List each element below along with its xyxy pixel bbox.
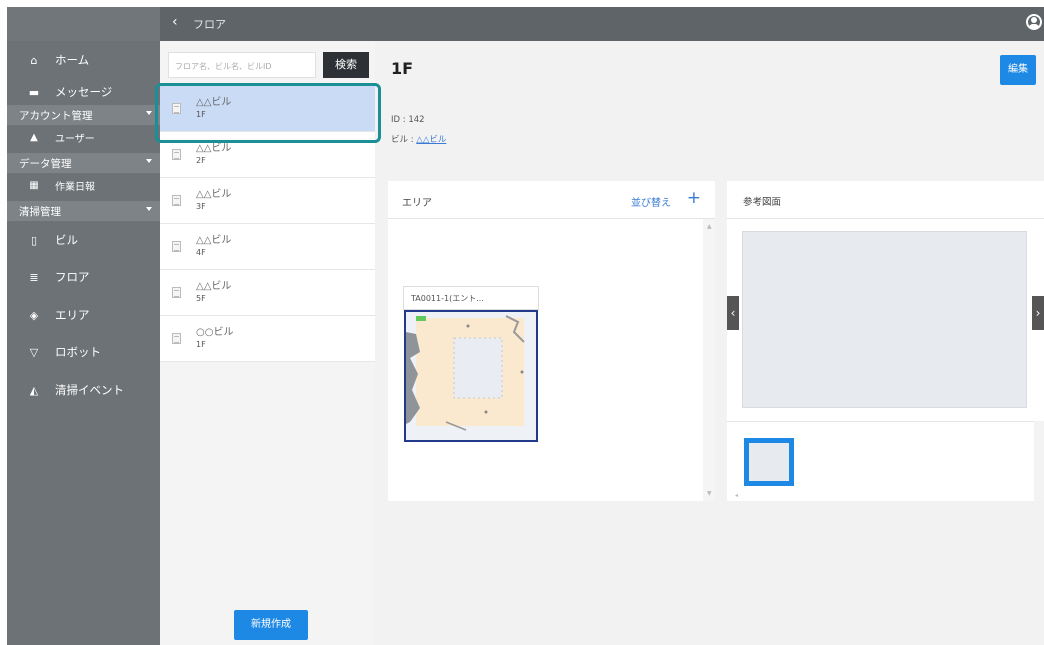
area-panel-title: エリア [402,198,432,209]
edit-button[interactable]: 編集 [1000,55,1036,85]
chevron-left-icon[interactable]: ‹ [727,296,739,330]
sidebar-item-label: 清掃イベント [55,383,124,397]
sidebar-item-messages[interactable]: ▬ メッセージ [7,77,160,107]
page-title: 1F [391,59,414,78]
floor-name: 2F [196,156,206,165]
app-window: ‹ フロア ⌂ ホーム ▬ メッセージ アカウント管理 ▲ ユーザー データ管理… [7,7,1044,645]
sidebar-item-label: 作業日報 [55,181,95,193]
sidebar-item-building[interactable]: ▯ ビル [7,225,160,255]
robot-icon: ▽ [29,345,39,359]
sidebar-group-label: 清掃管理 [19,205,61,218]
user-circle-icon[interactable] [1026,14,1042,30]
building-icon [172,333,181,344]
building-icon [172,149,181,160]
floor-list-item[interactable]: △△ビル 3F [160,178,375,224]
sidebar-item-label: ビル [55,233,78,247]
sort-button[interactable]: 並び替え [631,194,671,209]
caret-down-icon [146,111,152,115]
sidebar-group-label: データ管理 [19,157,72,170]
building-icon: ▯ [30,233,38,247]
floor-map-image [406,312,536,440]
sidebar-group-cleaning[interactable]: 清掃管理 [7,201,160,221]
caret-down-icon [146,207,152,211]
sidebar-item-users[interactable]: ▲ ユーザー [7,125,160,149]
building-icon [172,195,181,206]
sidebar-item-label: ユーザー [55,133,95,145]
building-icon [172,241,181,252]
top-bar: ‹ フロア [7,7,1044,41]
page-header-title: フロア [193,18,226,31]
sidebar-item-label: フロア [55,270,90,284]
sidebar-item-label: ホーム [55,53,90,67]
sidebar-group-account[interactable]: アカウント管理 [7,105,160,125]
chevron-right-icon[interactable]: › [1032,296,1044,330]
floor-building-name: △△ビル [196,235,232,246]
sidebar: ⌂ ホーム ▬ メッセージ アカウント管理 ▲ ユーザー データ管理 ▦ 作業日… [7,41,160,645]
area-card-title[interactable]: TA0011-1(エント... [403,286,539,310]
scroll-down-icon: ▼ [707,490,712,497]
sidebar-group-label: アカウント管理 [19,109,93,122]
reference-drawing-panel: 参考図面 ‹ › ◂ [727,181,1044,501]
sidebar-item-label: ロボット [55,345,101,359]
sidebar-item-robot[interactable]: ▽ ロボット [7,337,160,367]
reference-drawing-viewer [742,231,1027,408]
sidebar-item-work-report[interactable]: ▦ 作業日報 [7,173,160,197]
floor-list-item[interactable]: △△ビル 5F [160,270,375,316]
floor-icon: ≣ [29,270,39,284]
floor-name: 4F [196,248,206,257]
plus-icon[interactable]: + [687,188,701,208]
chevron-left-icon[interactable]: ‹ [172,14,178,30]
sidebar-item-area[interactable]: ◈ エリア [7,300,160,330]
report-icon: ▦ [29,179,39,191]
floor-detail: 1F 編集 ID : 142 ビル : △△ビル エリア 並び替え + TA00… [375,41,1044,645]
floor-list-item[interactable]: ○○ビル 1F [160,316,375,362]
reference-scrollbar[interactable] [1034,421,1044,501]
floor-building-name: ○○ビル [196,327,234,338]
event-icon: ◭ [29,383,39,397]
sidebar-item-label: エリア [55,308,90,322]
search-button[interactable]: 検索 [323,52,369,78]
floor-list-item[interactable]: △△ビル 4F [160,224,375,270]
floor-name: 1F [196,340,206,349]
reference-thumbnail-strip: ◂ [727,421,1044,501]
area-icon: ◈ [29,308,39,322]
floor-name: 3F [196,202,206,211]
new-floor-button[interactable]: 新規作成 [234,610,308,640]
sidebar-item-label: メッセージ [55,85,113,99]
logo-area [7,7,160,41]
floor-building-name: △△ビル [196,281,232,292]
reference-panel-header: 参考図面 [727,181,1044,219]
caret-down-icon [146,159,152,163]
building-prefix: ビル : [391,135,417,145]
building-link[interactable]: △△ビル [416,135,446,145]
floor-building-name: △△ビル [196,189,232,200]
floor-name: 5F [196,294,206,303]
reference-panel-title: 参考図面 [743,197,782,208]
area-map-thumbnail[interactable] [404,310,538,442]
sidebar-group-data[interactable]: データ管理 [7,153,160,173]
reference-thumbnail[interactable] [744,438,794,486]
message-icon: ▬ [28,85,40,99]
user-icon: ▲ [30,131,38,143]
sidebar-item-floor[interactable]: ≣ フロア [7,262,160,292]
floor-building-info: ビル : △△ビル [391,133,446,145]
building-icon [172,287,181,298]
selection-highlight [155,83,381,143]
sidebar-item-home[interactable]: ⌂ ホーム [7,45,160,75]
sidebar-item-cleaning-event[interactable]: ◭ 清掃イベント [7,375,160,405]
scroll-left-icon: ◂ [735,492,739,499]
floor-id: ID : 142 [391,115,425,125]
home-icon: ⌂ [30,53,38,67]
area-panel-header: エリア 並び替え + [388,181,715,219]
area-scrollbar[interactable]: ▲ ▼ [703,219,715,501]
area-panel: エリア 並び替え + TA0011-1(エント... ▲ ▼ [388,181,715,501]
scroll-up-icon: ▲ [707,223,712,230]
search-input[interactable]: フロア名、ビル名、ビルID [168,52,316,78]
